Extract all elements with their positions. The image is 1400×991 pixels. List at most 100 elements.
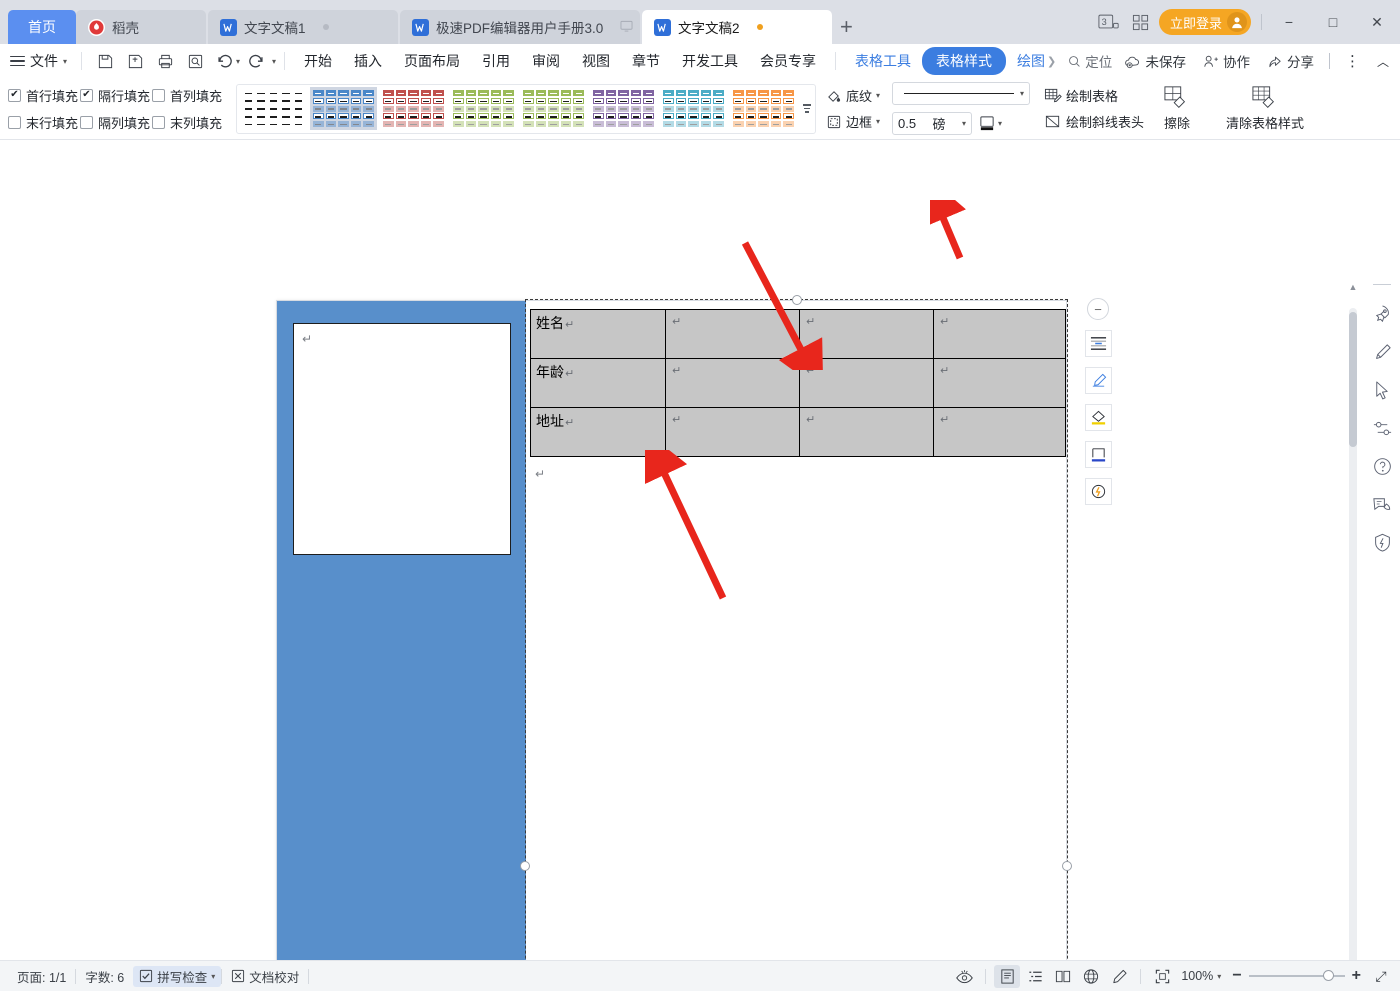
context-tab-table-style[interactable]: 表格样式 xyxy=(922,47,1007,75)
save-icon[interactable] xyxy=(90,47,120,75)
menu-item-member[interactable]: 会员专享 xyxy=(749,47,827,75)
print-preview-icon[interactable] xyxy=(180,47,210,75)
ink-view-button[interactable] xyxy=(1106,965,1132,988)
menu-item-dev-tools[interactable]: 开发工具 xyxy=(671,47,749,75)
table-cell-r2c4[interactable]: ↵ xyxy=(933,358,1066,408)
table-cell-r3c3[interactable]: ↵ xyxy=(799,407,934,457)
table-cell-r2c2[interactable]: ↵ xyxy=(665,358,800,408)
zoom-knob[interactable] xyxy=(1322,970,1334,981)
menu-item-page-layout[interactable]: 页面布局 xyxy=(393,47,471,75)
table-cell-r1c2[interactable]: ↵ xyxy=(665,309,800,359)
checkbox-banded-columns[interactable]: 隔列填充 xyxy=(80,113,152,132)
chevron-right-icon[interactable]: ❯ xyxy=(1047,55,1056,68)
outline-view-button[interactable] xyxy=(1022,965,1048,988)
fullscreen-button[interactable]: ⤢ xyxy=(1368,965,1394,988)
table-cell-r2c1[interactable]: 年龄↵ xyxy=(530,358,666,408)
spellcheck-button[interactable]: 拼写检查 ▾ xyxy=(133,965,222,987)
zoom-out-button[interactable]: − xyxy=(1232,967,1241,985)
vertical-scrollbar[interactable]: ▲ ▼ ⬍ xyxy=(1346,280,1360,991)
border-button[interactable]: 边框 ▾ xyxy=(826,112,880,131)
fit-page-button[interactable] xyxy=(1149,965,1175,988)
reading-view-button[interactable] xyxy=(1050,965,1076,988)
scrollbar-thumb[interactable] xyxy=(1349,312,1357,447)
zoom-in-button[interactable]: + xyxy=(1352,967,1361,985)
app-grid-icon[interactable] xyxy=(1132,14,1149,31)
proofread-button[interactable]: 文档校对 xyxy=(222,967,308,986)
table-style-red[interactable] xyxy=(380,87,447,130)
table-cell-r3c4[interactable]: ↵ xyxy=(933,407,1066,457)
highlight-button[interactable] xyxy=(1084,404,1112,431)
menu-item-start[interactable]: 开始 xyxy=(293,47,343,75)
selection-handle-top[interactable] xyxy=(792,295,802,305)
draw-table-button[interactable]: 绘制表格 xyxy=(1044,86,1144,105)
tab-document-pdf-manual[interactable]: 极速PDF编辑器用户手册3.0 xyxy=(400,10,657,44)
close-button[interactable]: ✕ xyxy=(1360,7,1394,37)
table-style-green[interactable] xyxy=(450,87,517,130)
context-tab-table-tools[interactable]: 表格工具 xyxy=(844,47,922,75)
selection-handle-right[interactable] xyxy=(1062,861,1072,871)
tab-home[interactable]: 首页 xyxy=(8,10,76,44)
page-indicator[interactable]: 页面: 1/1 xyxy=(8,967,75,986)
table-style-purple[interactable] xyxy=(590,87,657,130)
line-color-picker[interactable]: ▾ xyxy=(978,115,1002,132)
zoom-track[interactable] xyxy=(1248,970,1345,981)
new-tab-button[interactable]: + xyxy=(840,14,853,40)
more-options-button[interactable]: ⋮ xyxy=(1338,49,1367,73)
line-width-select[interactable]: 0.5 磅 ▾ xyxy=(892,112,973,135)
word-count[interactable]: 字数: 6 xyxy=(76,967,133,986)
table-cell-r3c2[interactable]: ↵ xyxy=(665,407,800,457)
minimize-button[interactable]: − xyxy=(1272,7,1306,37)
tab-document-2[interactable]: 文字文稿2 xyxy=(642,10,832,44)
checkbox-last-column[interactable]: 末列填充 xyxy=(152,113,224,132)
sliders-icon[interactable] xyxy=(1372,418,1393,439)
rocket-icon[interactable] xyxy=(1372,304,1393,325)
brush-button[interactable] xyxy=(1084,367,1112,394)
erase-button[interactable]: 擦除 xyxy=(1154,83,1200,134)
table-style-orange[interactable] xyxy=(730,87,797,130)
toolbar-customize-icon[interactable]: ▾ xyxy=(272,57,276,66)
document-table[interactable]: 姓名↵ ↵ ↵ ↵ 年龄↵ ↵ ↵ ↵ 地址↵ ↵ ↵ ↵ xyxy=(530,309,1066,457)
eye-protection-button[interactable] xyxy=(951,965,977,988)
document-page[interactable]: ↵ 姓名↵ ↵ ↵ ↵ 年龄↵ ↵ ↵ ↵ 地址↵ ↵ ↵ ↵ ↵ xyxy=(276,295,1072,991)
table-style-more-button[interactable] xyxy=(800,87,813,131)
checkbox-first-column[interactable]: 首列填充 xyxy=(152,86,224,105)
table-cell-r1c3[interactable]: ↵ xyxy=(799,309,934,359)
smart-assistant-button[interactable] xyxy=(1084,478,1112,505)
menu-item-reference[interactable]: 引用 xyxy=(471,47,521,75)
web-view-button[interactable] xyxy=(1078,965,1104,988)
menu-item-view[interactable]: 视图 xyxy=(571,47,621,75)
help-icon[interactable] xyxy=(1372,456,1393,477)
table-style-cyan[interactable] xyxy=(660,87,727,130)
checkbox-last-row[interactable]: 末行填充 xyxy=(8,113,80,132)
pen-icon[interactable] xyxy=(1372,342,1393,363)
draw-diagonal-header-button[interactable]: 绘制斜线表头 xyxy=(1044,112,1144,131)
table-cell-r3c1[interactable]: 地址↵ xyxy=(530,407,666,457)
menu-item-insert[interactable]: 插入 xyxy=(343,47,393,75)
tab-document-1[interactable]: 文字文稿1 xyxy=(208,10,398,44)
checkbox-banded-rows[interactable]: 隔行填充 xyxy=(80,86,152,105)
zoom-slider[interactable]: − + xyxy=(1227,967,1366,985)
multi-screen-icon[interactable]: 3 xyxy=(1096,14,1122,30)
context-tab-draw[interactable]: 绘图 xyxy=(1006,47,1047,75)
checkbox-first-row[interactable]: 首行填充 xyxy=(8,86,80,105)
locate-button[interactable]: 定位 xyxy=(1068,51,1112,71)
clear-table-style-button[interactable]: 清除表格样式 xyxy=(1218,83,1312,134)
unsaved-status[interactable]: 未保存 xyxy=(1117,48,1193,74)
menu-item-section[interactable]: 章节 xyxy=(621,47,671,75)
print-icon[interactable] xyxy=(150,47,180,75)
selection-handle-left[interactable] xyxy=(520,861,530,871)
paragraph-layout-button[interactable] xyxy=(1084,330,1112,357)
menu-item-review[interactable]: 审阅 xyxy=(521,47,571,75)
zoom-level[interactable]: 100% ▾ xyxy=(1177,969,1225,983)
maximize-button[interactable]: □ xyxy=(1316,7,1350,37)
feedback-icon[interactable] xyxy=(1371,494,1393,515)
line-style-select[interactable]: ▾ xyxy=(892,82,1031,105)
table-style-plain[interactable] xyxy=(240,87,307,130)
table-style-blue[interactable] xyxy=(310,87,377,130)
collapse-ribbon-button[interactable]: ︿ xyxy=(1370,50,1396,73)
redo-icon[interactable] xyxy=(240,47,270,75)
login-button[interactable]: 立即登录 xyxy=(1158,9,1251,35)
table-style-olive[interactable] xyxy=(520,87,587,130)
file-menu-button[interactable]: 文件 ▾ xyxy=(10,51,73,71)
shading-button[interactable]: 底纹 ▾ xyxy=(826,86,880,105)
